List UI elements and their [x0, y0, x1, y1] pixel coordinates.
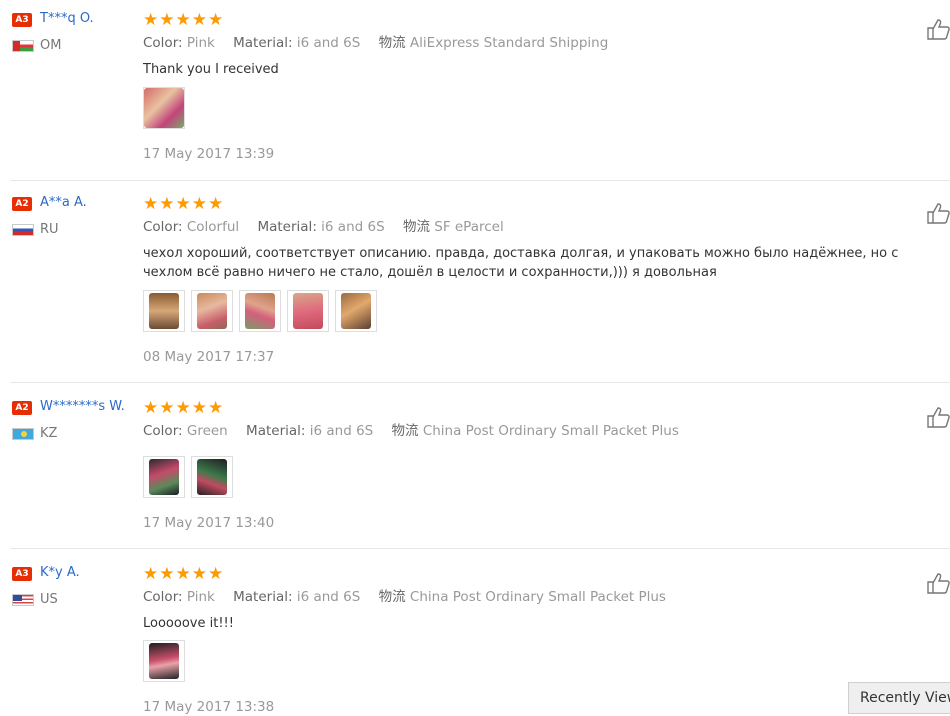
- shipping-value: China Post Ordinary Small Packet Plus: [422, 423, 679, 439]
- thumbs-up-icon[interactable]: [927, 572, 950, 594]
- thumbs-up-icon[interactable]: [927, 18, 950, 40]
- russia-flag-icon: [12, 224, 34, 236]
- review-date: 08 May 2017 17:37: [143, 349, 275, 365]
- review-date: 17 May 2017 13:39: [143, 146, 275, 162]
- material-value: i6 and 6S: [309, 423, 374, 439]
- review-photo[interactable]: [143, 87, 185, 129]
- kazakhstan-flag-icon: [12, 428, 34, 440]
- material-label: Material:: [233, 35, 293, 51]
- reviewer-name[interactable]: T***q O.: [40, 10, 94, 28]
- review-photo[interactable]: [287, 290, 329, 332]
- reviewer-country: US: [40, 592, 58, 607]
- color-label: Color:: [143, 219, 183, 235]
- review-date: 17 May 2017 13:38: [143, 699, 275, 715]
- material-label: Material:: [233, 589, 293, 605]
- review-photo[interactable]: [191, 456, 233, 498]
- review-photos: [143, 456, 233, 498]
- review-item: A2 A**a A. RU ★★★★★ Color: Colorful Mate…: [0, 194, 950, 382]
- reviewer-country: KZ: [40, 426, 58, 441]
- material-value: i6 and 6S: [296, 589, 361, 605]
- material-value: i6 and 6S: [296, 35, 361, 51]
- color-value: Pink: [186, 589, 215, 605]
- star-rating: ★★★★★: [143, 564, 225, 584]
- thumbs-up-icon[interactable]: [927, 202, 950, 224]
- review-date: 17 May 2017 13:40: [143, 515, 275, 531]
- shipping-label: 物流: [378, 589, 406, 605]
- review-text: Thank you I received: [143, 62, 279, 77]
- review-photo[interactable]: [239, 290, 281, 332]
- recently-viewed-tab[interactable]: Recently Viewed: [848, 682, 950, 714]
- review-photo[interactable]: [335, 290, 377, 332]
- shipping-value: China Post Ordinary Small Packet Plus: [409, 589, 666, 605]
- review-text: Looooove it!!!: [143, 616, 234, 631]
- reviewer-name[interactable]: K*y A.: [40, 564, 80, 582]
- shipping-label: 物流: [378, 35, 406, 51]
- order-info: Color: Pink Material: i6 and 6S 物流 China…: [143, 588, 666, 606]
- buyer-level-badge: A2: [12, 197, 32, 211]
- star-rating: ★★★★★: [143, 398, 225, 418]
- order-info: Color: Green Material: i6 and 6S 物流 Chin…: [143, 422, 679, 440]
- color-value: Green: [186, 423, 228, 439]
- shipping-value: AliExpress Standard Shipping: [409, 35, 609, 51]
- review-item: A3 K*y A. US ★★★★★ Color: Pink Material:…: [0, 564, 950, 715]
- buyer-level-badge: A3: [12, 13, 32, 27]
- color-label: Color:: [143, 589, 183, 605]
- review-photo[interactable]: [143, 290, 185, 332]
- divider: [10, 180, 950, 181]
- review-photo[interactable]: [143, 640, 185, 682]
- review-photo[interactable]: [143, 456, 185, 498]
- color-label: Color:: [143, 35, 183, 51]
- shipping-label: 物流: [402, 219, 430, 235]
- star-rating: ★★★★★: [143, 194, 225, 214]
- color-value: Colorful: [186, 219, 240, 235]
- reviewer-name[interactable]: W*******s W.: [40, 398, 125, 416]
- divider: [10, 382, 950, 383]
- review-photos: [143, 87, 185, 129]
- review-photo[interactable]: [191, 290, 233, 332]
- buyer-level-badge: A3: [12, 567, 32, 581]
- material-label: Material:: [257, 219, 317, 235]
- shipping-label: 物流: [391, 423, 419, 439]
- reviewer-country: RU: [40, 222, 59, 237]
- buyer-level-badge: A2: [12, 401, 32, 415]
- star-rating: ★★★★★: [143, 10, 225, 30]
- review-photos: [143, 290, 377, 332]
- color-value: Pink: [186, 35, 215, 51]
- review-text: чехол хороший, соответствует описанию. п…: [143, 246, 899, 280]
- thumbs-up-icon[interactable]: [927, 406, 950, 428]
- order-info: Color: Pink Material: i6 and 6S 物流 AliEx…: [143, 34, 608, 52]
- oman-flag-icon: [12, 40, 34, 52]
- review-photos: [143, 640, 185, 682]
- material-label: Material:: [246, 423, 306, 439]
- order-info: Color: Colorful Material: i6 and 6S 物流 S…: [143, 218, 504, 236]
- color-label: Color:: [143, 423, 183, 439]
- usa-flag-icon: [12, 594, 34, 606]
- reviewer-country: OM: [40, 38, 62, 53]
- review-item: A2 W*******s W. KZ ★★★★★ Color: Green Ma…: [0, 398, 950, 548]
- divider: [10, 548, 950, 549]
- material-value: i6 and 6S: [321, 219, 385, 235]
- review-item: A3 T***q O. OM ★★★★★ Color: Pink Materia…: [0, 10, 950, 180]
- reviewer-name[interactable]: A**a A.: [40, 194, 87, 212]
- shipping-value: SF eParcel: [434, 219, 504, 235]
